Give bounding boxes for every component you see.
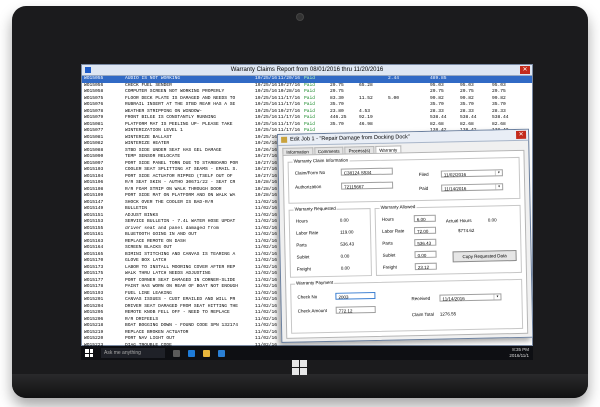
req-freight-value: 0.00 [340, 265, 350, 271]
filed-date-field[interactable]: 11/02/2016 ▾ [440, 169, 503, 178]
warranty-allowed-group: Warranty Allowed Hours 6.00 Labor Rate 7… [374, 204, 522, 276]
check-no-field[interactable]: 2003 [335, 291, 376, 300]
actual-hours-value: 0.00 [487, 217, 497, 223]
group-title: Warranty Payment [295, 279, 335, 287]
edit-job-dialog: Edit Job 1 - "Repair Damage from Docking… [277, 128, 533, 343]
allowed-parts-field[interactable]: 536.43 [414, 238, 437, 247]
close-icon[interactable]: ✕ [520, 66, 530, 74]
allowed-hours-label: Hours [381, 216, 394, 222]
file-explorer-icon[interactable] [203, 349, 210, 357]
req-parts-value: 536.43 [340, 241, 355, 247]
report-title: Warranty Claims Report from 08/01/2016 t… [230, 67, 384, 73]
claim-total-value: 1276.55 [439, 311, 457, 317]
group-title: Warranty Requested [293, 205, 337, 213]
calendar-dropdown-icon[interactable]: ▾ [493, 294, 501, 300]
clock-date: 2016/11/1 [509, 353, 529, 358]
taskbar-search-box[interactable]: Ask me anything [101, 348, 165, 358]
allowed-freight-label: Freight [382, 264, 397, 270]
allowed-total-value: $774.62 [458, 227, 475, 234]
allowed-hours-field[interactable]: 6.00 [413, 214, 436, 223]
calendar-dropdown-icon[interactable]: ▾ [494, 170, 502, 176]
taskbar-clock[interactable]: 8:35 PM 2016/11/1 [509, 347, 529, 359]
taskbar: Ask me anything 8:35 PM 2016/11/1 [81, 346, 533, 360]
req-labor-label: Labor Rate [296, 230, 319, 236]
paid-label: Paid [419, 185, 429, 192]
warranty-requested-group: Warranty Requested Hours 0.00 Labor Rate… [288, 205, 372, 278]
calendar-dropdown-icon[interactable]: ▾ [495, 184, 503, 190]
tablet-device: Warranty Claims Report from 08/01/2016 t… [12, 6, 588, 398]
received-label: Received [411, 295, 431, 302]
received-date-value: 11/14/2016 [442, 296, 465, 302]
allowed-labor-field[interactable]: 72.00 [413, 226, 437, 235]
filed-label: Filed [418, 171, 429, 178]
req-labor-value: 119.00 [340, 229, 354, 235]
claim-total-label: Claim Total [411, 311, 435, 318]
req-hours-label: Hours [295, 218, 308, 224]
check-amount-field[interactable]: 772.12 [335, 305, 376, 314]
task-view-icon[interactable] [173, 349, 180, 357]
allowed-parts-label: Parts [382, 240, 393, 246]
allowed-sublet-label: Sublet [382, 252, 396, 258]
paid-date-field[interactable]: 11/14/2016 ▾ [441, 183, 504, 192]
screen: Warranty Claims Report from 08/01/2016 t… [81, 64, 533, 360]
check-no-label: Check No [297, 294, 318, 300]
app-icon [85, 67, 91, 73]
req-sublet-value: 0.00 [340, 253, 350, 259]
req-freight-label: Freight [296, 266, 311, 272]
req-hours-value: 0.00 [339, 217, 349, 223]
camera-icon [297, 14, 303, 20]
copy-requested-data-button[interactable]: Copy Requested Data [452, 250, 517, 263]
authorization-label: Authorization [295, 184, 322, 190]
close-icon[interactable]: ✕ [515, 130, 527, 139]
actual-hours-label: Actual Hours [445, 217, 472, 224]
windows-home-button-icon[interactable] [292, 360, 307, 375]
req-parts-label: Parts [296, 242, 307, 248]
filed-date-value: 11/02/2016 [443, 172, 467, 178]
allowed-labor-label: Labor Rate [382, 228, 405, 234]
req-sublet-label: Sublet [296, 254, 310, 260]
allowed-sublet-field[interactable]: 0.00 [414, 250, 437, 259]
group-title: Warranty Allowed [379, 204, 417, 211]
claim-no-label: Claim/Form No [294, 170, 326, 176]
edge-browser-icon[interactable] [188, 349, 195, 357]
allowed-freight-field[interactable]: 23.12 [414, 262, 437, 271]
paid-date-value: 11/14/2016 [444, 186, 467, 192]
dialog-title: Edit Job 1 - "Repair Damage from Docking… [290, 134, 410, 143]
authorization-field[interactable]: 72115667 [341, 181, 394, 190]
warranty-payment-group: Warranty Payment Check No 2003 Check Amo… [290, 278, 524, 334]
group-title: Warranty Claim Information [292, 157, 350, 165]
claim-no-field[interactable]: C38124 S534 [340, 167, 393, 176]
start-icon[interactable] [85, 349, 93, 357]
claim-info-group: Warranty Claim Information Claim/Form No… [287, 156, 521, 204]
received-date-field[interactable]: 11/14/2016 ▾ [439, 293, 502, 302]
warranty-panel: Warranty Claim Information Claim/Form No… [282, 149, 529, 339]
store-icon[interactable] [218, 349, 225, 357]
check-amount-label: Check Amount [297, 307, 328, 314]
report-title-bar: Warranty Claims Report from 08/01/2016 t… [82, 65, 532, 76]
